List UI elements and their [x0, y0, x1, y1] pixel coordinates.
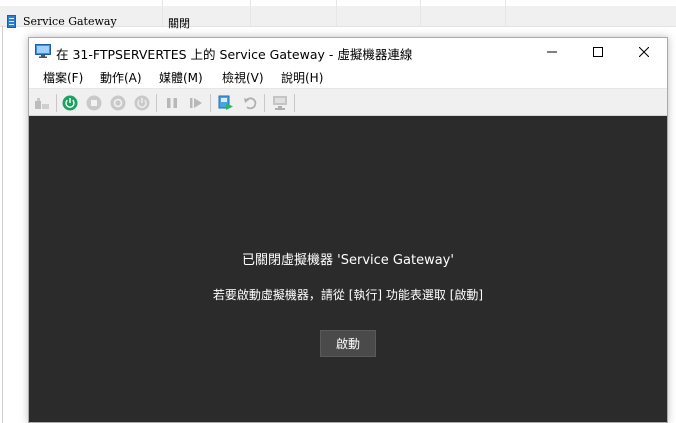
toolbar: [29, 88, 667, 116]
checkpoint-icon[interactable]: [218, 95, 234, 111]
column-divider: [336, 0, 337, 26]
enhanced-session-icon[interactable]: [272, 95, 288, 111]
maximize-icon: [593, 47, 603, 57]
menu-file[interactable]: 檔案(F): [43, 69, 83, 86]
shut-down-icon[interactable]: [110, 95, 126, 111]
start-button[interactable]: 啟動: [320, 330, 376, 357]
menu-action[interactable]: 動作(A): [100, 69, 142, 86]
vm-connect-app-icon: [35, 44, 51, 58]
menu-bar: 檔案(F) 動作(A) 媒體(M) 檢視(V) 說明(H): [29, 66, 667, 88]
vm-list-name: Service Gateway: [23, 15, 117, 28]
menu-media[interactable]: 媒體(M): [159, 69, 203, 86]
vm-list-state: 關閉: [168, 17, 190, 30]
toolbar-separator: [210, 94, 211, 112]
column-divider: [250, 0, 251, 26]
vm-start-hint: 若要啟動虛擬機器，請從 [執行] 功能表選取 [啟動]: [212, 288, 484, 302]
revert-icon[interactable]: [242, 95, 258, 111]
close-button[interactable]: [621, 38, 667, 66]
pane-border: [2, 26, 3, 423]
close-icon: [639, 47, 649, 57]
maximize-button[interactable]: [575, 38, 621, 66]
ctrl-alt-del-icon[interactable]: [34, 95, 50, 111]
minimize-button[interactable]: [529, 38, 575, 66]
menu-help[interactable]: 說明(H): [281, 69, 323, 86]
start-icon[interactable]: [62, 95, 78, 111]
power-icon[interactable]: [134, 95, 150, 111]
column-divider: [162, 0, 163, 26]
pause-icon[interactable]: [164, 95, 180, 111]
toolbar-separator: [264, 94, 265, 112]
column-divider: [420, 0, 421, 26]
vm-list-row[interactable]: Service Gateway 關閉: [0, 6, 676, 30]
vm-off-message: 已關閉虛擬機器 'Service Gateway': [242, 253, 454, 268]
toolbar-separator: [56, 94, 57, 112]
toolbar-separator: [156, 94, 157, 112]
vm-connection-window: 在 31-FTPSERVERTES 上的 Service Gateway - 虛…: [28, 37, 668, 423]
virtual-machine-icon: [7, 15, 16, 28]
turn-off-icon[interactable]: [86, 95, 102, 111]
reset-icon[interactable]: [188, 95, 204, 111]
minimize-icon: [547, 51, 557, 53]
title-bar[interactable]: 在 31-FTPSERVERTES 上的 Service Gateway - 虛…: [29, 38, 667, 66]
menu-view[interactable]: 檢視(V): [222, 69, 264, 86]
column-divider: [505, 0, 506, 26]
vm-screen: 已關閉虛擬機器 'Service Gateway' 若要啟動虛擬機器，請從 [執…: [29, 116, 667, 422]
toolbar-separator: [294, 94, 295, 112]
window-title: 在 31-FTPSERVERTES 上的 Service Gateway - 虛…: [56, 47, 413, 62]
